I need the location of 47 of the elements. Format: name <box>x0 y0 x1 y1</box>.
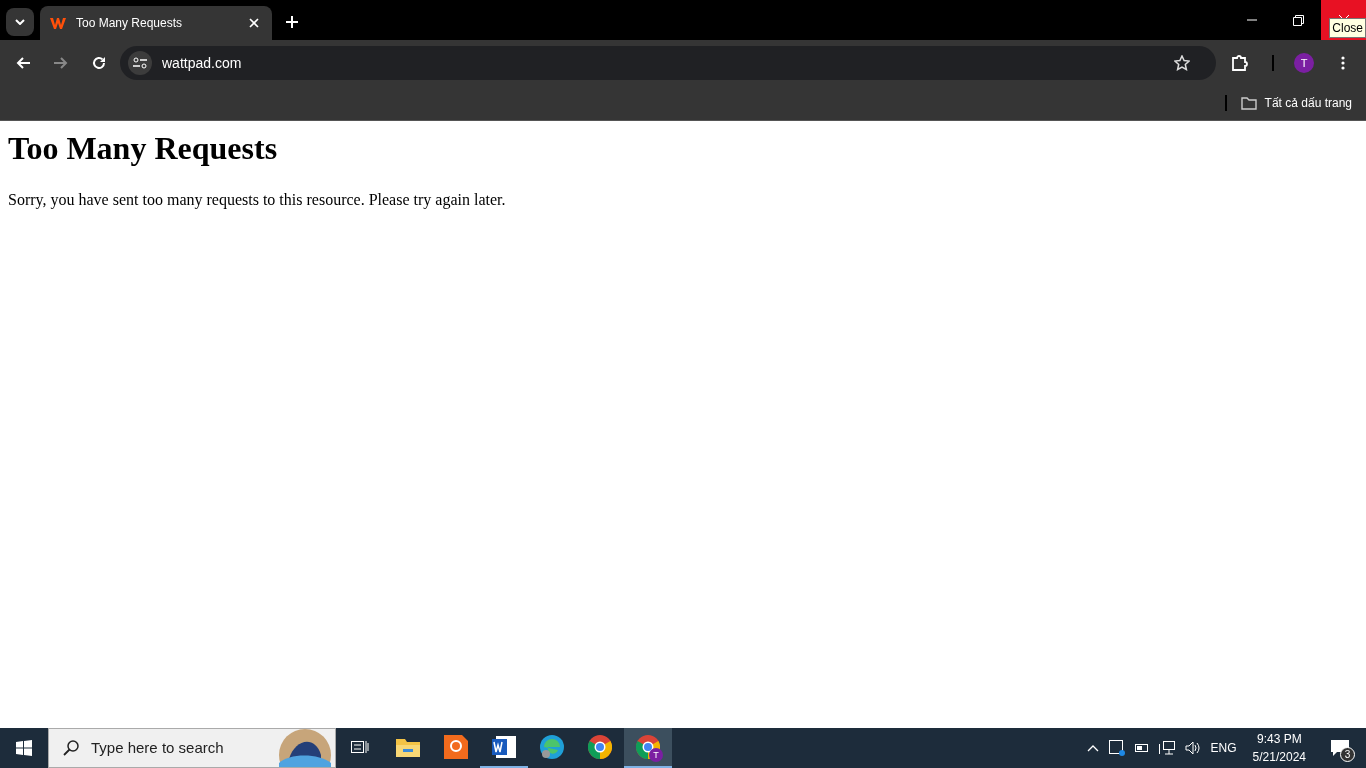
menu-dots-icon <box>1341 56 1345 70</box>
search-icon <box>63 740 79 756</box>
all-bookmarks-button[interactable]: Tất cả dấu trang <box>1240 94 1352 112</box>
edge-browser-icon <box>540 735 564 759</box>
tab-search-button[interactable] <box>6 8 34 36</box>
bookmarks-label: Tất cả dấu trang <box>1264 95 1352 112</box>
pdf-app-icon <box>444 735 468 759</box>
reload-icon <box>92 56 106 70</box>
plus-icon <box>286 16 298 28</box>
network-icon[interactable] <box>1158 741 1175 755</box>
forward-arrow-icon <box>54 57 68 69</box>
close-icon <box>249 18 259 28</box>
minimize-icon <box>1247 19 1257 21</box>
task-view-icon <box>351 739 369 755</box>
site-info-button[interactable] <box>128 51 152 75</box>
tab-title: Too Many Requests <box>76 15 184 32</box>
search-placeholder: Type here to search <box>91 737 225 758</box>
taskbar-app-button[interactable]: T <box>624 728 672 768</box>
clock[interactable]: 9:43 PM 5/21/2024 <box>1246 730 1312 766</box>
notification-count: 3 <box>1340 747 1355 762</box>
profile-badge: T <box>649 748 663 762</box>
word-app-icon <box>492 736 516 758</box>
chrome-icon <box>588 735 612 759</box>
windows-logo-icon <box>16 740 32 756</box>
notifications-button[interactable]: 3 <box>1322 730 1358 766</box>
back-arrow-icon <box>16 57 30 69</box>
tune-icon <box>133 57 147 69</box>
address-bar[interactable]: wattpad.com <box>120 46 1216 80</box>
folder-icon <box>1240 96 1257 110</box>
chevron-down-icon <box>15 19 25 25</box>
file-explorer-icon <box>396 737 420 757</box>
profile-avatar[interactable]: T <box>1294 53 1314 73</box>
language-indicator[interactable]: ENG <box>1210 739 1237 757</box>
puzzle-icon <box>1231 54 1249 72</box>
star-icon[interactable] <box>1174 55 1190 71</box>
restore-icon <box>1292 14 1304 26</box>
error-message: Sorry, you have sent too many requests to this resource. Please try again later. <box>8 190 507 211</box>
tooltip: Close <box>1329 18 1366 38</box>
sync-app-icon[interactable] <box>1108 740 1125 756</box>
url-text: wattpad.com <box>162 53 243 73</box>
chevron-up-icon[interactable] <box>1086 744 1099 752</box>
taskbar-search-field[interactable]: Type here to search <box>48 728 336 768</box>
browser-tab[interactable]: Too Many Requests <box>40 6 272 40</box>
speaker-icon[interactable] <box>1184 741 1201 755</box>
site-logo-icon <box>50 17 66 29</box>
page-heading: Too Many Requests <box>8 129 279 168</box>
battery-icon[interactable] <box>1134 744 1149 752</box>
